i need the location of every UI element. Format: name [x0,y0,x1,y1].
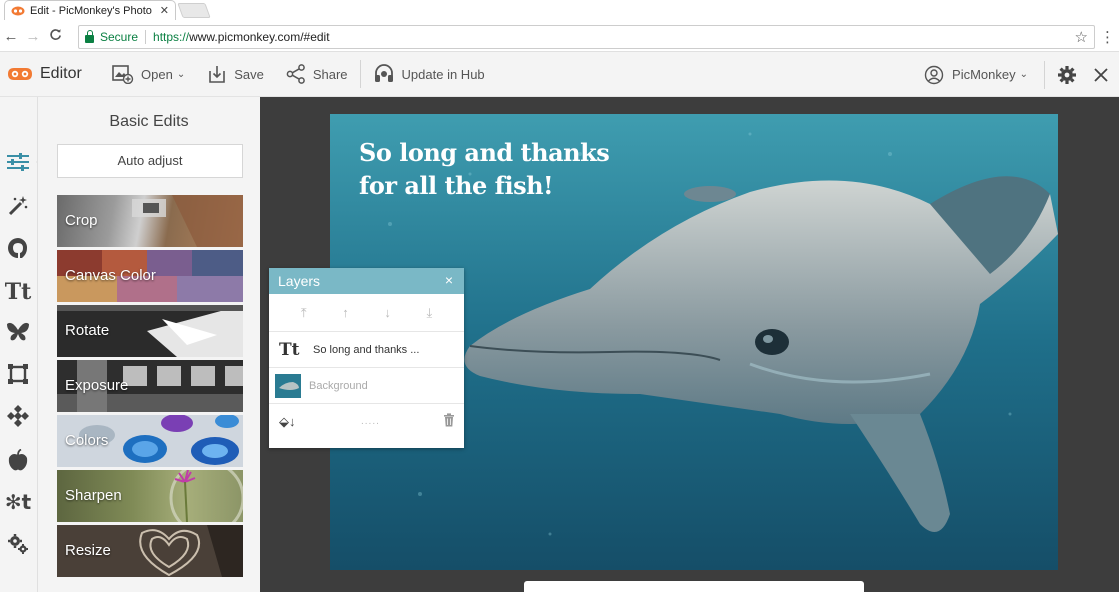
toolbar-right: PicMonkey ⌄ [924,52,1119,97]
canvas-color-tile[interactable]: Canvas Color [57,250,243,302]
browser-tabstrip: Edit - PicMonkey's Photo ✕ [0,0,1119,22]
rotate-label: Rotate [65,322,110,339]
browser-navbar: ← → Secure https://www.picmonkey.com/#ed… [0,22,1119,52]
text-layer-label: So long and thanks ... [313,343,420,356]
caption-line-2: for all the fish! [359,171,554,200]
sharpen-label: Sharpen [65,487,122,504]
picmonkey-favicon-icon [11,6,25,16]
canvas-bottom-toolbar[interactable] [524,581,864,592]
forward-arrow-icon[interactable]: → [22,28,44,45]
trash-icon[interactable] [443,413,455,430]
exposure-tile[interactable]: Exposure [57,360,243,412]
back-arrow-icon[interactable]: ← [0,28,22,45]
layers-footer: ⬙↓ ..... [269,404,464,440]
merge-layers-icon[interactable]: ⬙↓ [279,414,296,430]
seasonal-apple-icon[interactable] [5,447,31,473]
share-button[interactable]: Share [286,64,348,84]
resize-grip[interactable]: ..... [361,416,380,427]
tool-rail: Tt ✻t [0,97,43,592]
effects-magic-wand-icon[interactable] [5,193,31,219]
secure-label: Secure [100,30,139,44]
save-button[interactable]: Save [207,64,264,84]
open-image-icon [112,65,134,84]
app-toolbar: Editor Open ⌄ Save Share Update in Hub P… [0,52,1119,97]
bring-forward-icon[interactable]: ↑ [342,305,349,320]
settings-gears-icon[interactable] [5,531,31,557]
resize-tile[interactable]: Resize [57,525,243,577]
background-layer-row[interactable]: Background [269,368,464,404]
crop-label: Crop [65,212,98,229]
touch-up-face-icon[interactable] [5,235,31,261]
auto-adjust-button[interactable]: Auto adjust [57,144,243,178]
resize-label: Resize [65,542,111,559]
panel-title: Basic Edits [109,113,189,130]
brand[interactable]: Editor [6,65,104,83]
account-menu[interactable]: PicMonkey ⌄ [924,65,1028,85]
basic-edits-sliders-icon[interactable] [5,149,43,175]
background-thumbnail [275,373,301,398]
rotate-tile[interactable]: Rotate [57,305,243,357]
background-layer-label: Background [309,379,368,392]
textures-icon[interactable] [5,403,31,429]
text-layer-icon: Tt [279,339,300,360]
editor-title: Editor [40,65,82,82]
send-to-back-icon[interactable]: ⤓ [426,305,432,321]
address-bar[interactable]: Secure https://www.picmonkey.com/#edit ☆ [78,25,1095,49]
lock-icon [85,29,94,43]
close-editor-icon[interactable] [1093,67,1109,83]
tab-title: Edit - PicMonkey's Photo [30,4,152,17]
exposure-label: Exposure [65,377,129,394]
browser-menu-icon[interactable]: ⋮ [1100,28,1115,46]
send-backward-icon[interactable]: ↓ [384,305,391,320]
url-text: https://www.picmonkey.com/#edit [153,30,330,44]
text-layer-row[interactable]: Tt So long and thanks ... [269,332,464,368]
photo-caption-text[interactable]: So long and thanks for all the fish! [359,136,610,202]
reload-icon[interactable] [44,28,66,45]
open-button[interactable]: Open ⌄ [112,64,185,84]
browser-tab[interactable]: Edit - PicMonkey's Photo ✕ [4,0,176,20]
picmonkey-logo-icon [6,65,34,83]
crop-tile[interactable]: Crop [57,195,243,247]
address-separator [145,30,147,44]
frames-icon[interactable] [5,361,31,387]
chevron-down-icon: ⌄ [176,68,186,80]
save-icon [209,66,226,83]
bring-to-front-icon[interactable]: ⤒ [301,305,307,321]
layers-header[interactable]: Layers × [269,268,464,294]
hub-headphones-icon [374,64,393,82]
colors-tile[interactable]: Colors [57,415,243,467]
toolbar-separator [359,60,361,88]
canvas-color-label: Canvas Color [65,267,156,284]
user-avatar-icon [924,65,944,84]
update-in-hub-button[interactable]: Update in Hub [373,63,485,85]
sharpen-tile[interactable]: Sharpen [57,470,243,522]
layers-palette: Layers × ⤒ ↑ ↓ ⤓ Tt So long and thanks .… [269,268,464,448]
settings-gear-icon[interactable] [1057,65,1077,85]
text-tool-icon[interactable]: Tt [5,279,32,305]
overlays-butterfly-icon[interactable] [5,319,31,345]
toolbar-separator [1044,60,1045,89]
layers-title: Layers [278,273,321,289]
caption-line-1: So long and thanks [359,138,610,167]
chevron-down-icon: ⌄ [1019,69,1028,80]
new-tab-button[interactable] [177,3,211,18]
layers-close-icon[interactable]: × [445,272,453,288]
themes-icon[interactable]: ✻t [5,489,31,515]
tab-close-icon[interactable]: ✕ [160,4,169,17]
bookmark-star-icon[interactable]: ☆ [1075,28,1088,46]
colors-label: Colors [65,432,109,449]
share-icon [286,64,305,84]
layers-order-tools: ⤒ ↑ ↓ ⤓ [269,294,464,332]
basic-edits-panel: Basic Edits Auto adjust Crop Canvas Colo… [38,97,260,592]
